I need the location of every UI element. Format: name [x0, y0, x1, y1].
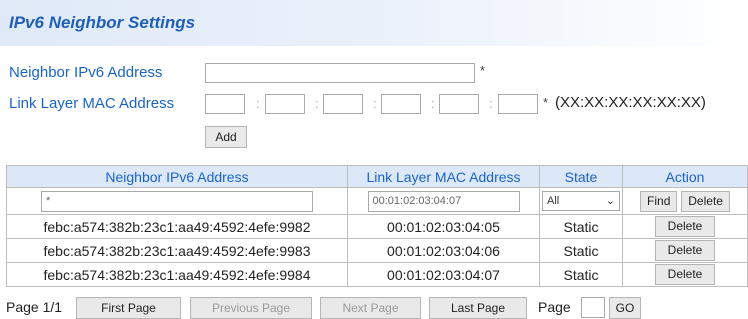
filter-action-cell: Find Delete	[622, 187, 748, 215]
row-action-cell: Delete	[622, 214, 748, 239]
mac-octet-1-input[interactable]	[205, 94, 245, 114]
column-header-action: Action	[622, 165, 748, 188]
page-title: IPv6 Neighbor Settings	[9, 13, 196, 32]
mac-separator: :	[256, 96, 260, 111]
table-row: febc:a574:382b:23c1:aa49:4592:4efe:9982 …	[6, 214, 748, 239]
row-mac: 00:01:02:03:04:06	[347, 238, 540, 263]
previous-page-button[interactable]: Previous Page	[190, 297, 312, 319]
table-filter-row: All ⌄ Find Delete	[6, 187, 748, 215]
filter-state-cell: All ⌄	[539, 187, 623, 215]
add-button[interactable]: Add	[205, 126, 247, 148]
row-delete-button[interactable]: Delete	[655, 216, 715, 237]
filter-mac-cell	[347, 187, 540, 215]
filter-delete-button[interactable]: Delete	[681, 190, 730, 212]
page-jump-label: Page	[538, 299, 571, 315]
neighbor-table: Neighbor IPv6 Address Link Layer MAC Add…	[6, 165, 748, 287]
row-state: Static	[539, 262, 623, 287]
page-number-input[interactable]	[581, 297, 605, 318]
mac-format-hint: (XX:XX:XX:XX:XX:XX)	[555, 94, 706, 111]
row-state: Static	[539, 214, 623, 239]
mac-separator: :	[431, 96, 435, 111]
go-button[interactable]: GO	[609, 297, 641, 319]
column-header-ipv6: Neighbor IPv6 Address	[6, 165, 348, 188]
find-button[interactable]: Find	[640, 190, 678, 212]
next-page-button[interactable]: Next Page	[320, 297, 421, 319]
row-state: Static	[539, 238, 623, 263]
filter-state-value: All	[547, 195, 560, 207]
table-row: febc:a574:382b:23c1:aa49:4592:4efe:9984 …	[6, 262, 748, 287]
row-ipv6: febc:a574:382b:23c1:aa49:4592:4efe:9983	[6, 238, 348, 263]
table-row: febc:a574:382b:23c1:aa49:4592:4efe:9983 …	[6, 238, 748, 263]
column-header-mac: Link Layer MAC Address	[347, 165, 540, 188]
filter-ipv6-input[interactable]	[41, 190, 313, 212]
last-page-button[interactable]: Last Page	[429, 297, 527, 319]
ipv6-address-label: Neighbor IPv6 Address	[9, 64, 163, 81]
row-mac: 00:01:02:03:04:05	[347, 214, 540, 239]
ipv6-required-marker: *	[480, 63, 486, 78]
page-status: Page 1/1	[6, 299, 63, 315]
mac-separator: :	[373, 96, 377, 111]
row-action-cell: Delete	[622, 262, 748, 287]
mac-octet-2-input[interactable]	[265, 94, 305, 114]
row-mac: 00:01:02:03:04:07	[347, 262, 540, 287]
row-ipv6: febc:a574:382b:23c1:aa49:4592:4efe:9982	[6, 214, 348, 239]
table-header-row: Neighbor IPv6 Address Link Layer MAC Add…	[6, 165, 748, 188]
row-delete-button[interactable]: Delete	[655, 240, 715, 261]
mac-octet-4-input[interactable]	[381, 94, 421, 114]
filter-ipv6-cell	[6, 187, 348, 215]
mac-separator: :	[489, 96, 493, 111]
filter-state-select[interactable]: All ⌄	[542, 191, 620, 211]
mac-octet-3-input[interactable]	[323, 94, 363, 114]
filter-mac-input[interactable]	[367, 190, 520, 212]
row-action-cell: Delete	[622, 238, 748, 263]
mac-address-label: Link Layer MAC Address	[9, 95, 175, 112]
row-ipv6: febc:a574:382b:23c1:aa49:4592:4efe:9984	[6, 262, 348, 287]
mac-octet-6-input[interactable]	[498, 94, 538, 114]
first-page-button[interactable]: First Page	[76, 297, 181, 319]
chevron-down-icon: ⌄	[605, 195, 615, 207]
title-bar: IPv6 Neighbor Settings	[0, 0, 748, 46]
mac-octet-5-input[interactable]	[439, 94, 479, 114]
column-header-state: State	[539, 165, 623, 188]
ipv6-address-input[interactable]	[205, 63, 475, 83]
mac-required-marker: *	[543, 95, 549, 110]
row-delete-button[interactable]: Delete	[655, 264, 715, 285]
mac-separator: :	[315, 96, 319, 111]
